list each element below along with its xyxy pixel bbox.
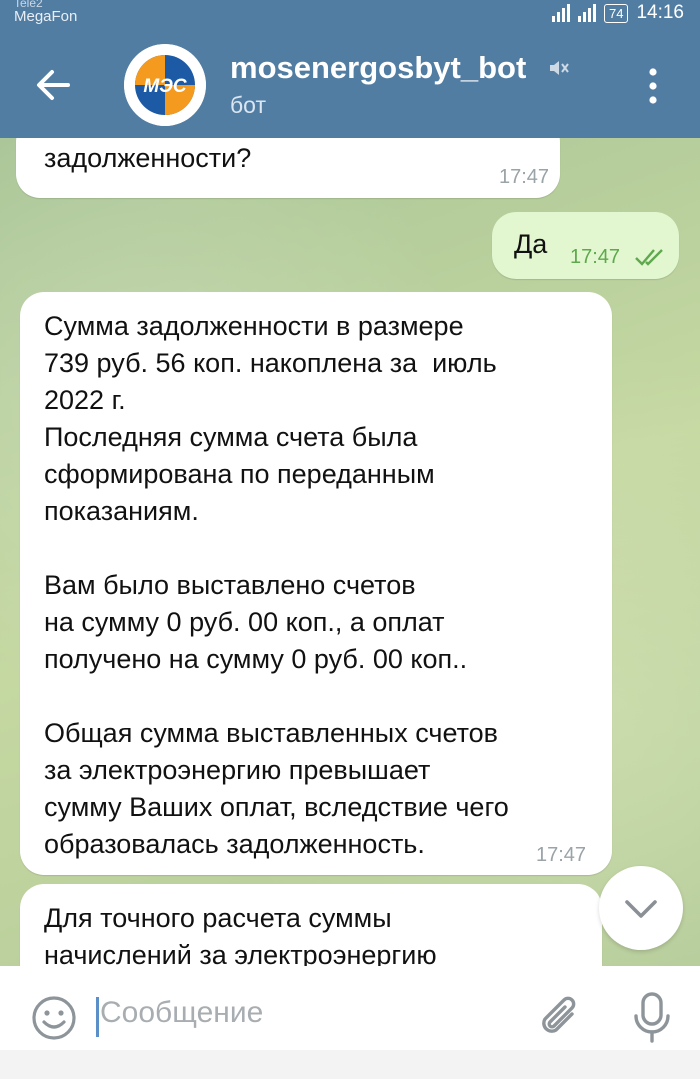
mic-button[interactable]: [630, 990, 674, 1046]
message-bubble-incoming[interactable]: задолженности? 17:47: [16, 138, 560, 198]
menu-button[interactable]: [640, 66, 666, 106]
clock: 14:16: [636, 2, 684, 23]
chevron-down-icon: [625, 900, 657, 918]
arrow-left-icon: [37, 70, 70, 100]
message-text: Сумма задолженности в размере 739 руб. 5…: [44, 311, 509, 859]
message-text: Да: [514, 229, 548, 259]
microphone-icon: [634, 992, 670, 1043]
scroll-down-button[interactable]: [599, 866, 683, 950]
message-bubble-outgoing[interactable]: Да 17:47: [492, 212, 679, 279]
paperclip-icon: [542, 996, 576, 1033]
attach-button[interactable]: [536, 992, 584, 1044]
mes-logo: МЭС: [124, 44, 206, 126]
muted-icon: [546, 56, 570, 85]
message-time: 17:47: [536, 844, 587, 866]
avatar[interactable]: МЭС: [124, 44, 206, 126]
battery-icon: 74: [603, 3, 629, 23]
svg-text:МЭС: МЭС: [143, 76, 186, 97]
read-checkmarks-icon: [635, 249, 663, 266]
text-cursor: [96, 997, 99, 1037]
message-text: задолженности?: [44, 143, 252, 173]
more-vert-icon: [649, 68, 657, 104]
system-nav-strip: [0, 1050, 700, 1079]
signal-icon: [551, 4, 570, 22]
chat-subtitle: бот: [230, 92, 266, 118]
emoji-button[interactable]: [30, 994, 78, 1042]
message-time: 17:47: [570, 246, 621, 268]
signal-icon: [577, 4, 596, 22]
emoji-icon: [32, 996, 76, 1040]
chat-area[interactable]: задолженности? 17:47 Да 17:47 Сумма задо…: [0, 138, 700, 966]
carrier-label: MegaFon: [14, 8, 78, 25]
status-bar: Tele2 MegaFon 74 14:16: [0, 0, 700, 34]
back-button[interactable]: [30, 62, 76, 108]
status-icons: 74 14:16: [551, 2, 684, 24]
message-bubble-incoming[interactable]: Сумма задолженности в размере 739 руб. 5…: [20, 292, 612, 875]
message-input[interactable]: Сообщение: [100, 996, 263, 1030]
message-text: Для точного расчета суммы начислений за …: [44, 903, 437, 966]
chat-title[interactable]: mosenergosbyt_bot: [230, 50, 526, 86]
chat-header: Tele2 MegaFon 74 14:16 МЭС mosenergosbyt…: [0, 0, 700, 138]
message-bubble-incoming[interactable]: Для точного расчета суммы начислений за …: [20, 884, 602, 966]
message-time: 17:47: [499, 166, 550, 188]
